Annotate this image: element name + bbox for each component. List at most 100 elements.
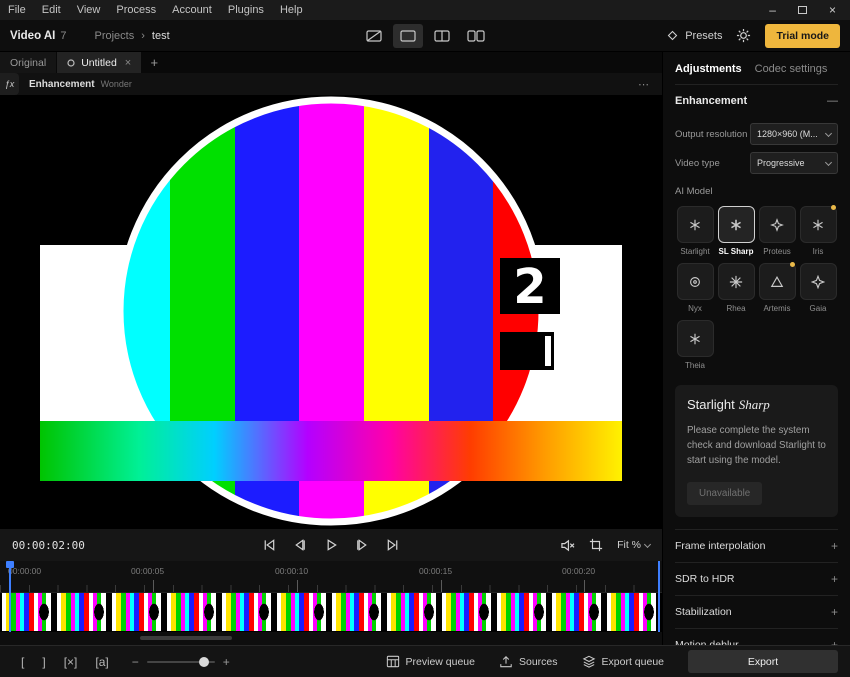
expand-icon[interactable]: +	[831, 605, 838, 619]
export-button[interactable]: Export	[688, 650, 838, 673]
collapsed-sections: Frame interpolation + SDR to HDR + Stabi…	[675, 529, 838, 645]
video-type-row: Video type Progressive	[675, 152, 838, 174]
clear-selection-button[interactable]: [×]	[55, 655, 87, 669]
more-options-icon[interactable]: ⋯	[638, 78, 650, 91]
tab-original[interactable]: Original	[0, 52, 56, 73]
testcard-frame: 2	[40, 95, 622, 528]
set-in-point-button[interactable]: [	[12, 655, 33, 669]
section-sdr-to-hdr[interactable]: SDR to HDR +	[675, 562, 838, 595]
filmstrip[interactable]	[0, 592, 662, 632]
unavailable-button[interactable]: Unavailable	[687, 482, 762, 505]
expand-icon[interactable]: +	[831, 638, 838, 645]
tab-codec-settings[interactable]: Codec settings	[755, 63, 828, 75]
expand-icon[interactable]: +	[831, 572, 838, 586]
enhancement-section-header[interactable]: Enhancement —	[675, 84, 838, 116]
menu-account[interactable]: Account	[164, 4, 220, 16]
fit-zoom-dropdown[interactable]: Fit %	[617, 539, 650, 551]
view-mode-switcher	[359, 24, 491, 48]
timeline-end-marker[interactable]	[658, 561, 660, 632]
single-view-icon	[400, 29, 416, 43]
view-mode-split-button[interactable]	[427, 24, 457, 48]
section-frame-interpolation[interactable]: Frame interpolation +	[675, 529, 838, 562]
zoom-slider[interactable]	[147, 661, 215, 663]
breadcrumb-current[interactable]: test	[152, 30, 170, 42]
add-tab-button[interactable]: +	[142, 52, 166, 73]
model-theia[interactable]: Theia	[675, 320, 715, 370]
menu-file[interactable]: File	[0, 4, 34, 16]
menu-help[interactable]: Help	[272, 4, 311, 16]
zoom-out-button[interactable]: −	[132, 655, 139, 669]
major-tick	[153, 580, 154, 592]
section-motion-deblur[interactable]: Motion deblur +	[675, 628, 838, 645]
model-info-card: StarlightSharp Please complete the syste…	[675, 385, 838, 517]
close-button[interactable]: ×	[829, 3, 836, 17]
section-stabilization[interactable]: Stabilization +	[675, 595, 838, 628]
video-type-select[interactable]: Progressive	[750, 152, 838, 174]
top-toolbar: Video AI 7 Projects › test Presets	[0, 20, 850, 52]
model-proteus[interactable]: Proteus	[757, 206, 797, 256]
output-resolution-select[interactable]: 1280×960 (M...	[750, 123, 838, 145]
gradient-band	[40, 421, 622, 481]
set-out-point-button[interactable]: ]	[33, 655, 54, 669]
asterisk-icon	[811, 218, 825, 232]
timeline-ruler[interactable]: 00:00:00 00:00:05 00:00:10 00:00:15 00:0…	[0, 561, 662, 592]
skip-to-start-button[interactable]	[262, 538, 277, 552]
transport-bar: 00:00:02:00 Fit %	[0, 528, 662, 561]
breadcrumb-projects[interactable]: Projects	[95, 30, 135, 42]
view-mode-single-button[interactable]	[393, 24, 423, 48]
video-preview[interactable]: 2	[0, 95, 662, 528]
workspace: Original Untitled × + ƒx Enhancement Won…	[0, 52, 662, 645]
model-starlight[interactable]: Starlight	[675, 206, 715, 256]
timeline-label: 00:00:05	[131, 566, 164, 576]
model-rhea[interactable]: Rhea	[716, 263, 756, 313]
app-title[interactable]: Video AI	[10, 30, 55, 42]
skip-to-end-button[interactable]	[386, 538, 401, 552]
model-artemis[interactable]: Artemis	[757, 263, 797, 313]
major-tick	[584, 580, 585, 592]
trial-mode-button[interactable]: Trial mode	[765, 24, 840, 48]
settings-gear-icon[interactable]	[736, 28, 751, 43]
playhead[interactable]	[9, 561, 11, 632]
tab-adjustments[interactable]: Adjustments	[675, 63, 742, 75]
model-iris[interactable]: Iris	[798, 206, 838, 256]
main-area: Original Untitled × + ƒx Enhancement Won…	[0, 52, 850, 645]
transport-right-group: Fit %	[560, 538, 650, 552]
tab-untitled[interactable]: Untitled ×	[57, 52, 141, 73]
mute-audio-icon[interactable]	[560, 539, 575, 552]
preview-queue-button[interactable]: Preview queue	[386, 655, 475, 668]
timeline-label: 00:00:10	[275, 566, 308, 576]
asterisk-bold-icon	[729, 218, 743, 232]
menu-edit[interactable]: Edit	[34, 4, 69, 16]
sources-button[interactable]: Sources	[499, 655, 558, 668]
view-mode-side-by-side-button[interactable]	[461, 24, 491, 48]
menu-view[interactable]: View	[69, 4, 109, 16]
playhead-handle[interactable]	[6, 561, 14, 568]
chevron-down-icon	[644, 540, 651, 547]
preview-queue-icon	[386, 655, 400, 668]
model-sl-sharp[interactable]: SL Sharp	[716, 206, 756, 256]
collapse-icon[interactable]: —	[827, 95, 838, 107]
model-nyx[interactable]: Nyx	[675, 263, 715, 313]
menu-plugins[interactable]: Plugins	[220, 4, 272, 16]
minimize-button[interactable]: –	[769, 3, 776, 17]
settings-panel: Adjustments Codec settings Enhancement —…	[662, 52, 850, 645]
presets-button[interactable]: Presets	[666, 29, 722, 42]
expand-icon[interactable]: +	[831, 539, 838, 553]
zoom-in-button[interactable]: +	[223, 655, 230, 669]
asterisk-icon	[688, 332, 702, 346]
export-queue-button[interactable]: Export queue	[582, 655, 664, 668]
maximize-button[interactable]	[798, 6, 807, 14]
model-gaia[interactable]: Gaia	[798, 263, 838, 313]
scrollbar-thumb[interactable]	[140, 636, 232, 640]
bottom-right-group: Preview queue Sources Export queue Expor…	[386, 650, 838, 673]
view-mode-original-overlay-button[interactable]	[359, 24, 389, 48]
zoom-to-selection-button[interactable]: [a]	[86, 655, 117, 669]
menu-process[interactable]: Process	[108, 4, 164, 16]
previous-frame-button[interactable]	[293, 538, 308, 552]
next-frame-button[interactable]	[355, 538, 370, 552]
tab-close-icon[interactable]: ×	[125, 57, 131, 69]
fx-icon[interactable]: ƒx	[0, 73, 19, 95]
play-button[interactable]	[324, 538, 339, 552]
zoom-slider-knob[interactable]	[199, 657, 209, 667]
crop-icon[interactable]	[589, 538, 603, 552]
